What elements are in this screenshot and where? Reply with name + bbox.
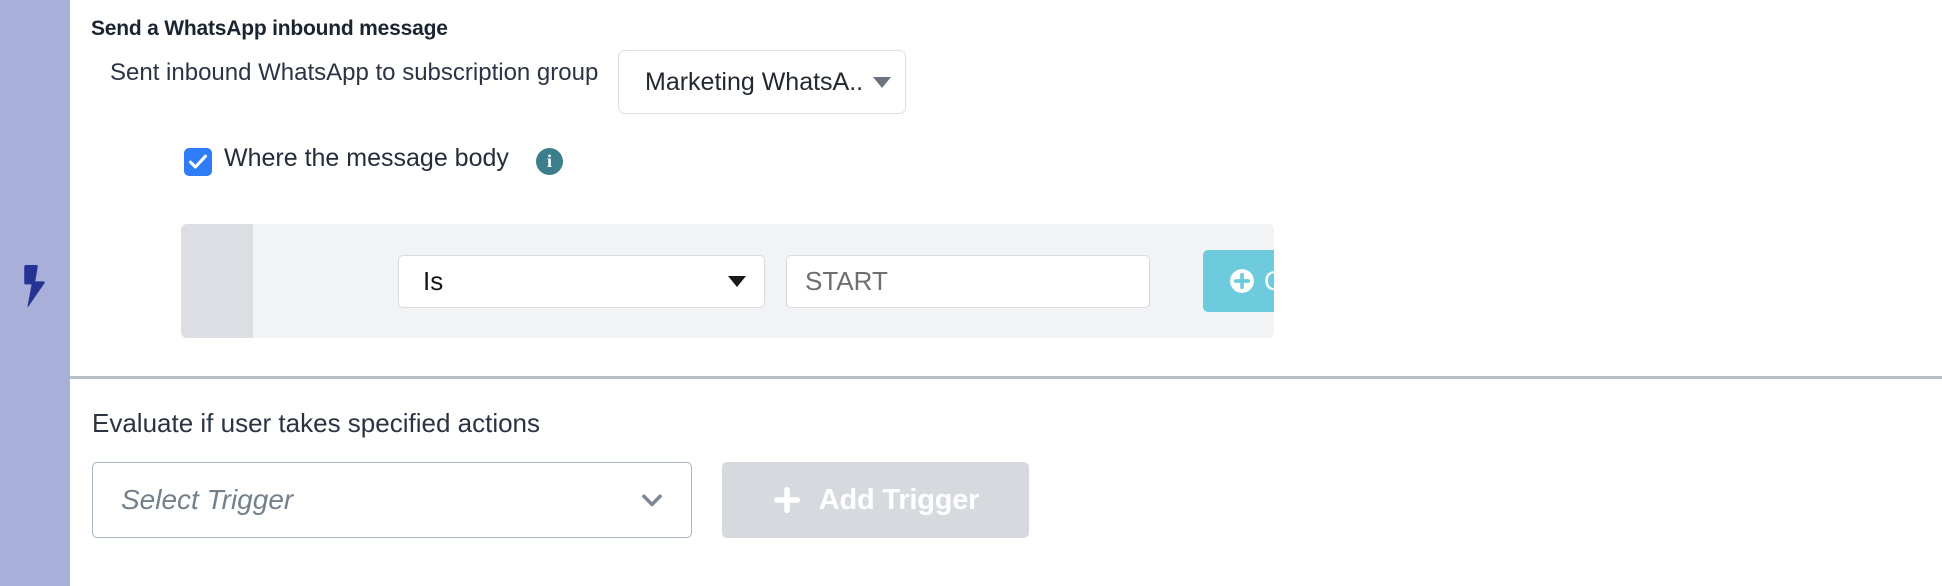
subscription-group-selected-value: Marketing WhatsA... (645, 67, 861, 96)
condition-value-input[interactable] (786, 255, 1150, 308)
caret-down-icon (873, 76, 891, 88)
trigger-section-heading: Evaluate if user takes specified actions (92, 408, 541, 438)
add-trigger-label: Add Trigger (818, 483, 980, 516)
check-icon (188, 154, 207, 169)
select-trigger-dropdown[interactable]: Select Trigger (92, 462, 692, 538)
page-title: Send a WhatsApp inbound message (91, 17, 448, 40)
select-trigger-placeholder: Select Trigger (121, 484, 294, 515)
plus-circle-icon (1230, 269, 1254, 293)
add-trigger-button[interactable]: Add Trigger (722, 462, 1029, 538)
subscription-group-row: Sent inbound WhatsApp to subscription gr… (70, 50, 1942, 118)
info-icon[interactable]: i (536, 148, 563, 175)
message-body-checkbox-label: Where the message body (224, 144, 509, 172)
add-or-condition-label: OR (1264, 266, 1274, 297)
whatsapp-inbound-card: Send a WhatsApp inbound message Sent inb… (70, 0, 1942, 377)
plus-icon (772, 485, 802, 515)
condition-row: Is OR (181, 224, 1274, 338)
subscription-group-label: Sent inbound WhatsApp to subscription gr… (110, 59, 599, 86)
condition-operator-value: Is (423, 266, 444, 296)
condition-operator-select[interactable]: Is (398, 255, 765, 308)
message-body-checkbox[interactable] (184, 148, 212, 176)
subscription-group-select[interactable]: Marketing WhatsA... (618, 50, 906, 114)
caret-down-icon (728, 276, 746, 287)
chevron-down-icon (637, 485, 667, 515)
drag-handle[interactable] (181, 224, 253, 338)
trigger-section: Evaluate if user takes specified actions… (70, 379, 1942, 586)
lightning-bolt-icon (18, 265, 52, 307)
left-accent-rail (0, 0, 70, 586)
add-or-condition-button[interactable]: OR (1203, 250, 1274, 312)
